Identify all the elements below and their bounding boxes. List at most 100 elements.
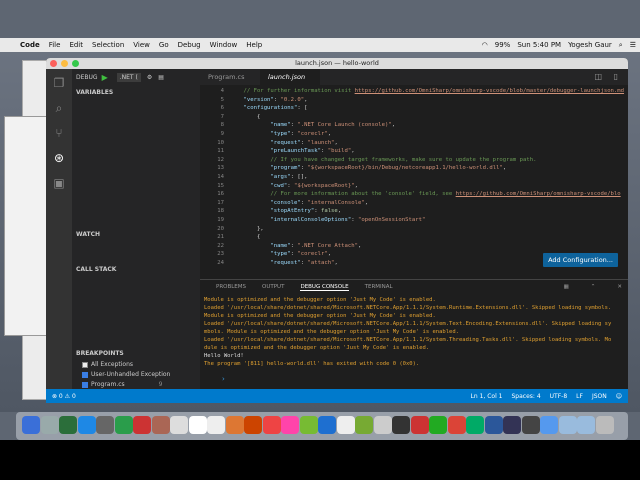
dock-app-icon[interactable] — [373, 416, 392, 434]
menu-edit[interactable]: Edit — [69, 41, 83, 49]
tab-output[interactable]: OUTPUT — [262, 284, 284, 290]
dock-app-icon[interactable] — [521, 416, 540, 434]
debug-icon[interactable]: ⊛ — [51, 150, 67, 166]
code-line: "internalConsoleOptions": "openOnSession… — [230, 217, 425, 223]
breakpoints-section-header[interactable]: BREAKPOINTS — [72, 348, 200, 359]
line-number: 17 — [217, 199, 224, 206]
dock-app-icon[interactable] — [336, 416, 355, 434]
debug-config-select[interactable]: .NET ( — [116, 72, 141, 82]
checkbox[interactable] — [82, 371, 88, 378]
dock-app-icon[interactable] — [96, 416, 114, 434]
console-input-prompt[interactable]: › — [222, 375, 225, 383]
console-line: The program '[811] hello-world.dll' has … — [204, 361, 420, 367]
dock-app-icon[interactable] — [281, 416, 299, 434]
code-token: }, — [230, 225, 264, 232]
dock-app-icon[interactable] — [22, 416, 40, 434]
code-line: "console": "internalConsole", — [230, 200, 368, 206]
code-line: // For further information visit https:/… — [230, 88, 624, 94]
dock-app-icon[interactable] — [133, 416, 151, 434]
dock-app-icon[interactable] — [503, 416, 521, 434]
console-line: Module is optimized and the debugger opt… — [204, 297, 436, 303]
minimize-button[interactable] — [61, 60, 68, 67]
dock-app-icon[interactable] — [484, 416, 503, 434]
close-panel-icon[interactable]: ✕ — [617, 284, 622, 290]
clear-console-icon[interactable]: ▦ — [564, 284, 569, 290]
tab-launch-json[interactable]: launch.json ✕ — [260, 69, 320, 97]
tab-problems[interactable]: PROBLEMS — [216, 284, 246, 290]
dock-app-icon[interactable] — [151, 416, 170, 434]
cursor-position[interactable]: Ln 1, Col 1 — [471, 393, 503, 400]
line-ending[interactable]: LF — [576, 393, 583, 400]
tab-debug-console[interactable]: DEBUG CONSOLE — [300, 284, 349, 291]
menu-window[interactable]: Window — [210, 41, 238, 49]
encoding[interactable]: UTF-8 — [550, 393, 568, 400]
close-button[interactable] — [50, 60, 57, 67]
explorer-icon[interactable]: ❐ — [51, 75, 67, 91]
menu-go[interactable]: Go — [159, 41, 169, 49]
problems-count[interactable]: ⊗ 0 ⚠ 0 — [52, 393, 76, 400]
dock-app-icon[interactable] — [355, 416, 373, 434]
start-debug-icon[interactable]: ▶ — [102, 73, 108, 82]
search-icon[interactable]: ⌕ — [619, 41, 623, 50]
dock-app-icon[interactable] — [429, 416, 447, 434]
dock-app-icon[interactable] — [207, 416, 225, 434]
more-icon[interactable]: ▯ — [614, 72, 618, 81]
dock-app-icon[interactable] — [170, 416, 188, 434]
menu-view[interactable]: View — [133, 41, 150, 49]
dock-app-icon[interactable] — [244, 416, 262, 434]
dock-app-icon[interactable] — [225, 416, 244, 434]
search-icon[interactable]: ⌕ — [51, 100, 67, 116]
variables-section-header[interactable]: VARIABLES — [72, 87, 200, 98]
menu-file[interactable]: File — [49, 41, 61, 49]
gear-icon[interactable]: ⚙ — [147, 74, 152, 81]
tab-program-cs[interactable]: Program.cs — [200, 69, 260, 85]
dock-app-icon[interactable] — [262, 416, 281, 434]
battery-percent[interactable]: 99% — [495, 41, 511, 49]
dock-app-icon[interactable] — [40, 416, 59, 434]
menu-app-name[interactable]: Code — [20, 41, 40, 49]
indentation[interactable]: Spaces: 4 — [511, 393, 540, 400]
dock-app-icon[interactable] — [577, 416, 595, 434]
breakpoint-all-exceptions[interactable]: All Exceptions — [82, 361, 133, 368]
debug-console-icon[interactable]: ▤ — [158, 74, 164, 81]
clock[interactable]: Sun 5:40 PM — [517, 41, 561, 49]
extensions-icon[interactable]: ▣ — [51, 175, 67, 191]
dock-app-icon[interactable] — [466, 416, 484, 434]
add-configuration-button[interactable]: Add Configuration... — [543, 253, 618, 267]
menu-help[interactable]: Help — [246, 41, 262, 49]
watch-section-header[interactable]: WATCH — [72, 229, 200, 240]
tab-terminal[interactable]: TERMINAL — [365, 284, 393, 290]
dock-app-icon[interactable] — [77, 416, 96, 434]
language-mode[interactable]: JSON — [592, 393, 607, 400]
dock-app-icon[interactable] — [188, 416, 207, 434]
code-token: "version" — [243, 96, 274, 103]
list-icon[interactable]: ☰ — [630, 41, 636, 49]
dock-app-icon[interactable] — [558, 416, 577, 434]
smiley-icon[interactable]: ☺ — [616, 393, 622, 400]
dock-app-icon[interactable] — [595, 416, 614, 434]
code-editor[interactable]: Add Configuration... 4 // For further in… — [200, 85, 628, 279]
dock-app-icon[interactable] — [318, 416, 336, 434]
dock-app-icon[interactable] — [447, 416, 466, 434]
apple-icon[interactable] — [4, 40, 12, 50]
wifi-icon[interactable]: ◠ — [482, 41, 488, 49]
user-name[interactable]: Yogesh Gaur — [568, 41, 612, 49]
callstack-section-header[interactable]: CALL STACK — [72, 264, 200, 275]
checkbox[interactable] — [82, 381, 88, 388]
menu-selection[interactable]: Selection — [92, 41, 124, 49]
dock-app-icon[interactable] — [299, 416, 318, 434]
split-editor-icon[interactable]: ◫ — [594, 72, 602, 81]
breakpoint-user-unhandled[interactable]: User-Unhandled Exception — [82, 371, 170, 378]
dock-app-icon[interactable] — [540, 416, 558, 434]
source-control-icon[interactable]: ⑂ — [51, 125, 67, 141]
zoom-button[interactable] — [72, 60, 79, 67]
checkbox[interactable] — [82, 361, 88, 368]
dock-app-icon[interactable] — [392, 416, 410, 434]
dock-app-icon[interactable] — [410, 416, 429, 434]
dock-app-icon[interactable] — [114, 416, 133, 434]
breakpoint-program-cs[interactable]: Program.cs 9 — [82, 381, 162, 388]
menu-debug[interactable]: Debug — [178, 41, 201, 49]
maximize-panel-icon[interactable]: ⌃ — [591, 284, 596, 290]
dock-app-icon[interactable] — [59, 416, 77, 434]
